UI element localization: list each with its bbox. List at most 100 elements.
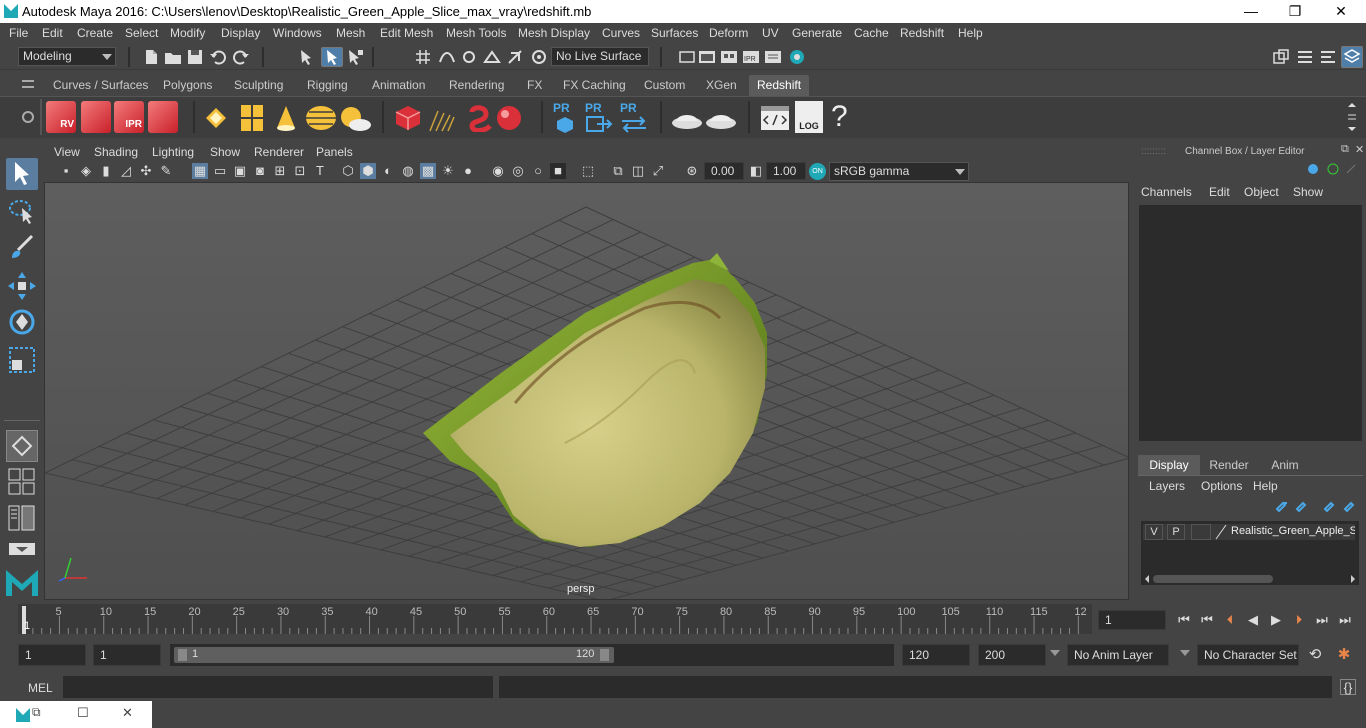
- select-by-object-icon[interactable]: [321, 47, 343, 67]
- restore-icon[interactable]: ⧉: [32, 705, 41, 720]
- script-language-label[interactable]: MEL: [28, 681, 53, 695]
- select-by-component-icon[interactable]: [346, 48, 364, 66]
- film-gate-icon[interactable]: ▭: [212, 163, 228, 179]
- menu-curves[interactable]: Curves: [602, 26, 640, 40]
- snap-to-view-plane-icon[interactable]: [483, 48, 501, 66]
- apple-slice-mesh[interactable]: [423, 253, 767, 547]
- redshift-ipr-icon[interactable]: IPR: [114, 101, 144, 133]
- redshift-proxy-export-icon[interactable]: PR: [553, 101, 579, 133]
- playback-start-field[interactable]: 1: [93, 644, 161, 666]
- character-set-selector[interactable]: No Character Set: [1197, 644, 1299, 666]
- ipr-render-icon[interactable]: IPR: [742, 48, 760, 66]
- anim-layer-selector[interactable]: No Anim Layer: [1067, 644, 1169, 666]
- channel-box-layer-editor-icon[interactable]: [1341, 46, 1363, 68]
- redshift-log-icon[interactable]: LOG: [795, 101, 823, 133]
- command-input[interactable]: [63, 676, 493, 698]
- chevron-down-icon[interactable]: [1180, 650, 1190, 656]
- go-to-start-icon[interactable]: ⏮: [1176, 612, 1192, 628]
- open-scene-icon[interactable]: [164, 48, 182, 66]
- script-editor-icon[interactable]: {}: [1340, 679, 1356, 695]
- channel-object-menu[interactable]: Object: [1244, 185, 1279, 199]
- wireframe-icon[interactable]: ⬡: [340, 163, 356, 179]
- exposure-field[interactable]: 0.00: [704, 162, 744, 180]
- menu-edit-mesh[interactable]: Edit Mesh: [380, 26, 433, 40]
- mode-selector[interactable]: Modeling: [18, 47, 116, 66]
- channel-edit-menu[interactable]: Edit: [1209, 185, 1230, 199]
- play-backwards-icon[interactable]: ◀: [1245, 612, 1261, 628]
- animation-preferences-icon[interactable]: ✱: [1336, 647, 1352, 663]
- tool-settings-icon[interactable]: [1319, 48, 1337, 66]
- menu-redshift[interactable]: Redshift: [900, 26, 944, 40]
- drag-handle-icon[interactable]: :::::::::: [1141, 146, 1166, 157]
- close-button[interactable]: ✕: [1318, 0, 1364, 23]
- menu-mesh-display[interactable]: Mesh Display: [518, 26, 590, 40]
- color-space-selector[interactable]: sRGB gamma: [829, 162, 969, 181]
- channel-box-mode-icons[interactable]: [1305, 161, 1361, 177]
- redshift-proxy-icon[interactable]: [394, 104, 422, 132]
- redshift-volume-icon[interactable]: [466, 104, 494, 133]
- redshift-sun-sky-icon[interactable]: [338, 104, 372, 132]
- input-output-icon[interactable]: [678, 48, 696, 66]
- maximize-icon[interactable]: ☐: [77, 705, 89, 721]
- redshift-hair-icon[interactable]: [426, 107, 458, 133]
- tab-fx[interactable]: FX: [519, 75, 550, 96]
- layer-action-icons[interactable]: [1273, 499, 1363, 513]
- layer-color-swatch[interactable]: [1191, 524, 1211, 540]
- menu-deform[interactable]: Deform: [709, 26, 748, 40]
- layer-visibility-toggle[interactable]: V: [1145, 524, 1163, 540]
- gate-mask-icon[interactable]: ◙: [252, 163, 268, 179]
- redshift-material-icon[interactable]: [494, 104, 524, 132]
- paint-select-tool-icon[interactable]: [6, 232, 38, 264]
- options-menu[interactable]: Options: [1201, 479, 1242, 493]
- multisample-aa-icon[interactable]: ◎: [510, 163, 526, 179]
- tab-redshift[interactable]: Redshift: [749, 75, 810, 96]
- animation-end-field[interactable]: 200: [978, 644, 1046, 666]
- make-live-icon[interactable]: [506, 48, 524, 66]
- outliner-layout-icon[interactable]: [8, 504, 36, 532]
- step-forward-frame-icon[interactable]: ⏵: [1291, 612, 1307, 628]
- menu-create[interactable]: Create: [77, 26, 113, 40]
- viewport-menu-lighting[interactable]: Lighting: [152, 145, 194, 159]
- attribute-editor-icon[interactable]: [1296, 48, 1314, 66]
- redshift-dome-light-icon[interactable]: [304, 104, 338, 132]
- minimize-button[interactable]: —: [1228, 0, 1274, 23]
- render-settings-icon[interactable]: [764, 48, 782, 66]
- viewport-menu-shading[interactable]: Shading: [94, 145, 138, 159]
- xray-joints-icon[interactable]: ⧉: [610, 163, 626, 179]
- layout-options-icon[interactable]: [8, 542, 36, 556]
- play-forwards-icon[interactable]: ▶: [1268, 612, 1284, 628]
- modeling-toolkit-icon[interactable]: [1272, 48, 1290, 66]
- field-chart-icon[interactable]: ⊞: [272, 163, 288, 179]
- playback-end-field[interactable]: 120: [902, 644, 970, 666]
- redshift-render-icon[interactable]: [81, 101, 111, 133]
- layer-tab-display[interactable]: Display: [1138, 455, 1200, 475]
- safe-title-icon[interactable]: T: [312, 163, 328, 179]
- layer-name[interactable]: Realistic_Green_Apple_S: [1231, 525, 1355, 537]
- undo-icon[interactable]: [209, 48, 227, 66]
- render-view-icon[interactable]: [698, 48, 716, 66]
- four-view-layout-icon[interactable]: [8, 468, 36, 496]
- redshift-spot-light-icon[interactable]: [273, 104, 299, 132]
- redshift-settings-icon[interactable]: [148, 101, 178, 133]
- tab-animation[interactable]: Animation: [364, 75, 433, 96]
- menu-generate[interactable]: Generate: [792, 26, 842, 40]
- tab-curves-surfaces[interactable]: Curves / Surfaces: [45, 75, 156, 96]
- viewport-menu-renderer[interactable]: Renderer: [254, 145, 304, 159]
- redshift-proxy-import-icon[interactable]: PR: [585, 101, 613, 133]
- camera-attributes-icon[interactable]: ◈: [78, 163, 94, 179]
- safe-action-icon[interactable]: ⊡: [292, 163, 308, 179]
- xray-icon[interactable]: ⬚: [580, 163, 596, 179]
- snap-to-grid-icon[interactable]: [414, 48, 432, 66]
- redshift-light-icon[interactable]: [204, 106, 228, 130]
- frame-selection-icon[interactable]: ⤢: [650, 163, 666, 179]
- tab-custom[interactable]: Custom: [636, 75, 693, 96]
- tab-polygons[interactable]: Polygons: [155, 75, 220, 96]
- lasso-tool-icon[interactable]: [6, 196, 38, 228]
- auto-key-icon[interactable]: ⟲: [1307, 647, 1323, 663]
- ambient-occlusion-icon[interactable]: ●: [460, 163, 476, 179]
- gamma-icon[interactable]: ◧: [748, 163, 764, 179]
- viewport-menu-view[interactable]: View: [54, 145, 80, 159]
- redshift-proxy-swap-icon[interactable]: PR: [620, 101, 648, 133]
- bookmark-icon[interactable]: ▮: [98, 163, 114, 179]
- close-panel-icon[interactable]: ✕: [1355, 143, 1364, 156]
